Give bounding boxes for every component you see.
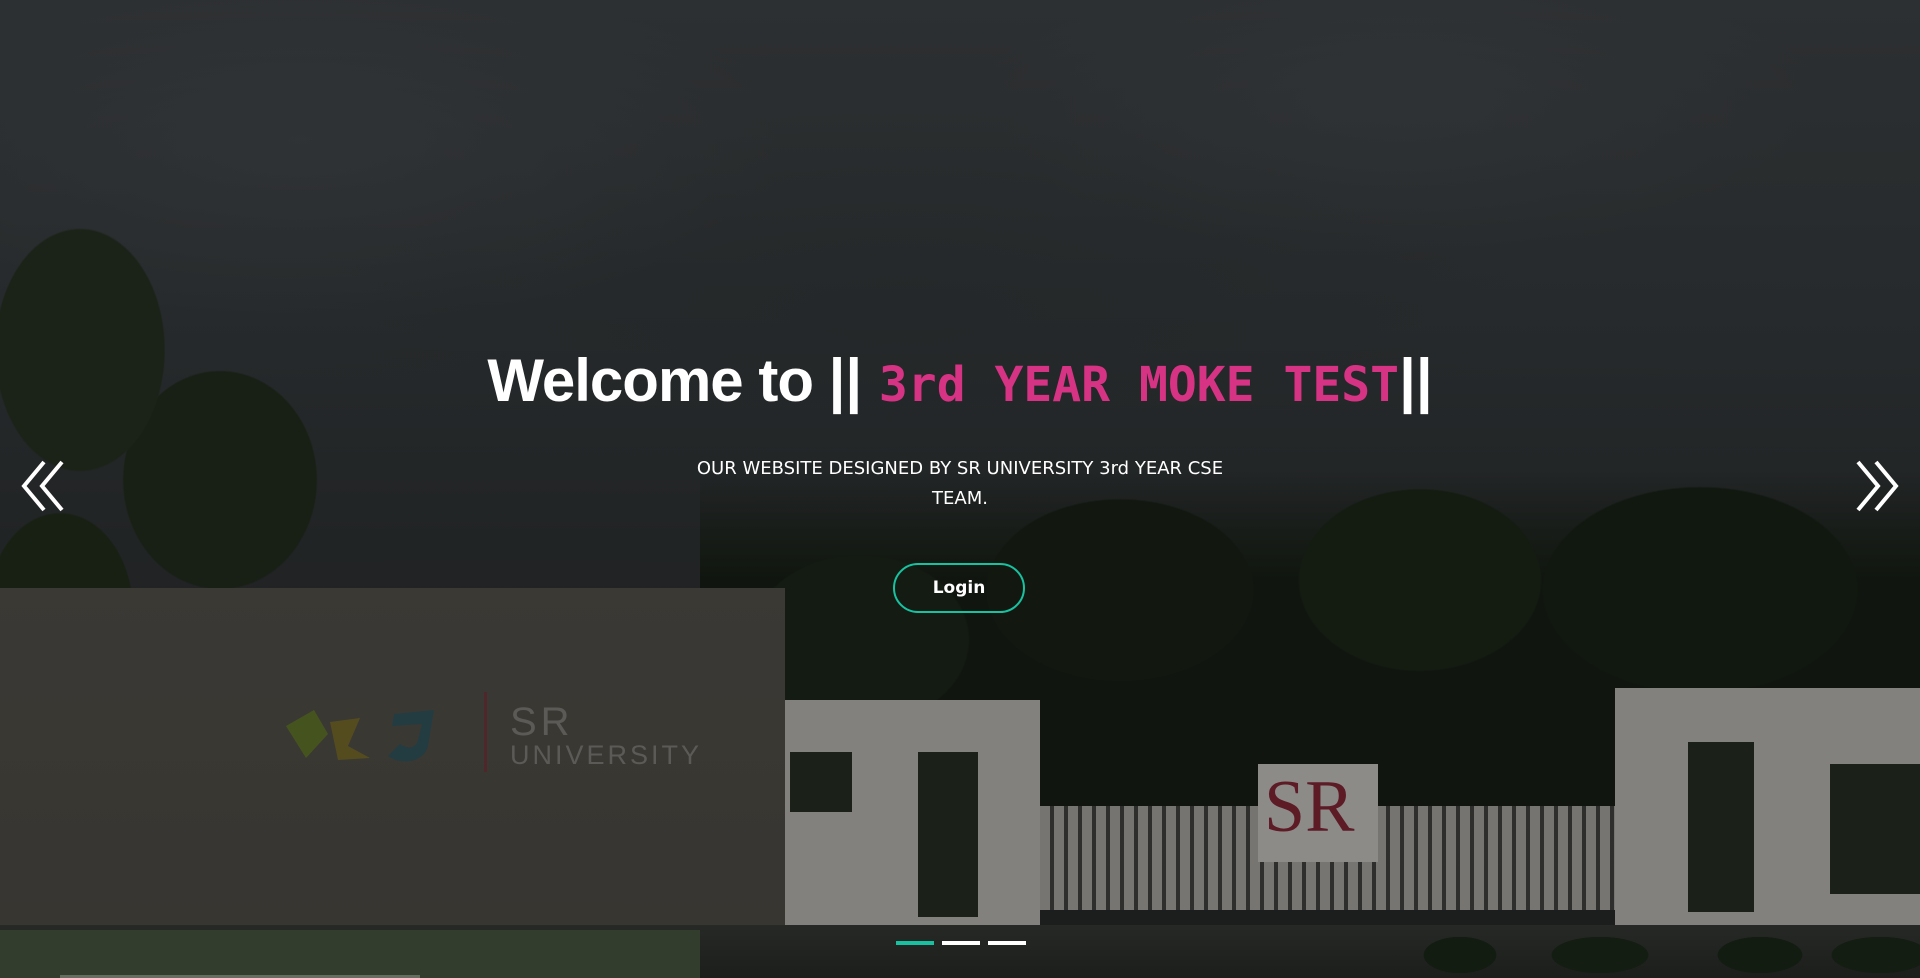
double-chevron-right-icon (1856, 460, 1899, 512)
hero-title-prefix: Welcome to (487, 347, 829, 414)
hero-carousel: SR UNIVERSITY SR Welcome to || 3rd YEAR … (0, 0, 1920, 978)
carousel-prev-button[interactable] (20, 456, 70, 516)
carousel-indicator-2[interactable] (942, 941, 980, 945)
carousel-next-button[interactable] (1850, 456, 1900, 516)
carousel-indicator-3[interactable] (988, 941, 1026, 945)
hero-title-bar-open: || (828, 347, 879, 414)
typed-text: 3rd YEAR MOKE TEST (878, 357, 1400, 413)
login-button[interactable]: Login (893, 563, 1025, 613)
carousel-indicator-1[interactable] (896, 941, 934, 945)
hero-subtitle: OUR WEBSITE DESIGNED BY SR UNIVERSITY 3r… (696, 458, 1224, 509)
hero-title-bar-close: || (1399, 347, 1433, 414)
carousel-caption: Welcome to || 3rd YEAR MOKE TEST|| OUR W… (0, 0, 1920, 978)
carousel-indicators (896, 941, 1026, 945)
double-chevron-left-icon (21, 460, 64, 512)
hero-title: Welcome to || 3rd YEAR MOKE TEST|| (0, 346, 1920, 415)
